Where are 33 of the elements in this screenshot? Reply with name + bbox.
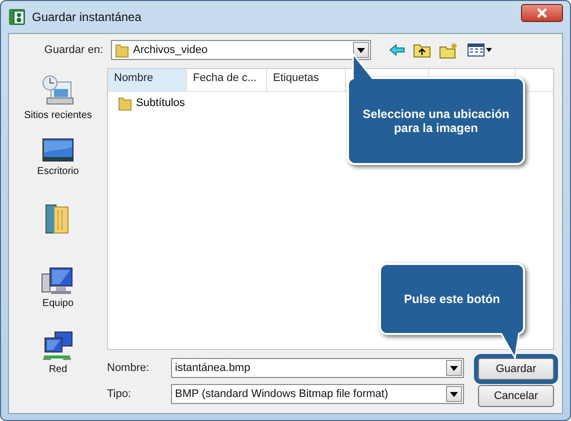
network-icon (41, 330, 75, 362)
place-item[interactable]: Red (41, 330, 75, 392)
view-menu-icon[interactable] (467, 43, 493, 57)
folder-icon (118, 95, 132, 111)
column-header[interactable]: Nombre (108, 69, 187, 91)
close-icon (536, 8, 548, 18)
monitor-icon (42, 138, 74, 164)
place-item[interactable]: Sitios recientes (24, 74, 92, 136)
back-arrow-icon[interactable] (389, 44, 405, 56)
place-item[interactable]: Escritorio (37, 138, 79, 200)
callout-tooltip: Pulse este botón (379, 263, 525, 357)
file-type-dropdown[interactable]: BMP (standard Windows Bitmap file format) (171, 384, 464, 404)
save-in-label: Guardar en: (43, 44, 103, 56)
callout-tooltip: Seleccione una ubicación para la imagen (347, 53, 525, 165)
close-button[interactable] (521, 4, 563, 22)
place-label: Escritorio (37, 166, 79, 177)
file-type-label: Tipo: (107, 388, 132, 400)
file-name-field[interactable]: istantánea.bmp (171, 358, 464, 378)
place-label: Sitios recientes (24, 110, 92, 121)
up-folder-icon[interactable] (413, 42, 431, 58)
folder-icon (45, 202, 71, 236)
app-icon (8, 8, 26, 26)
place-label: Equipo (42, 298, 74, 309)
cancel-button[interactable]: Cancelar (478, 385, 554, 407)
place-label: Red (48, 364, 68, 375)
folder-row[interactable]: Subtítulos (114, 92, 189, 114)
place-item[interactable]: Equipo (41, 266, 75, 328)
location-dropdown[interactable]: Archivos_video (111, 40, 371, 60)
window-title: Guardar instantánea (32, 10, 142, 24)
folder-icon (115, 42, 129, 58)
computer-icon (41, 266, 75, 296)
new-folder-icon[interactable] (439, 42, 459, 58)
file-name-label: Nombre: (107, 362, 150, 374)
